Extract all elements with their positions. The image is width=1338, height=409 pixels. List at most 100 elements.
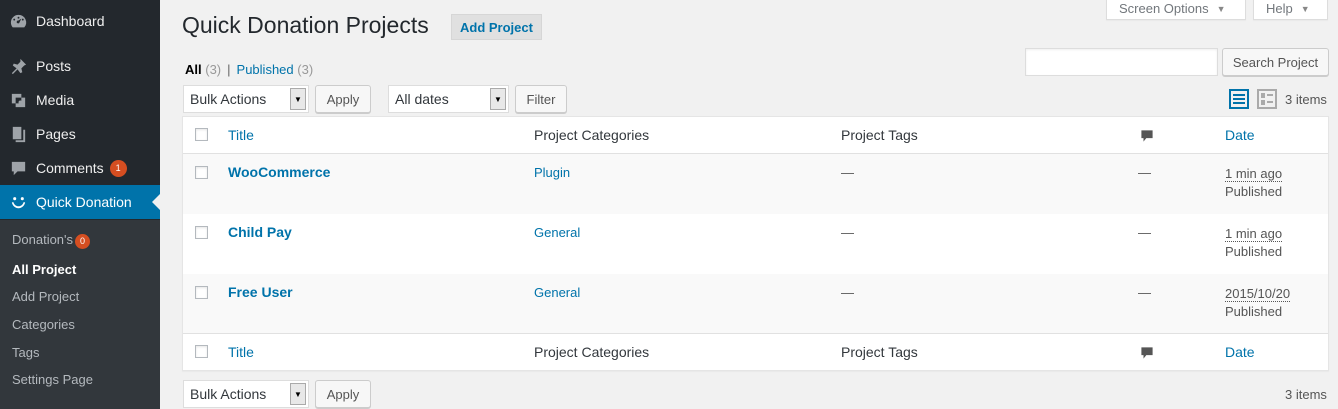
- project-category-link[interactable]: General: [534, 285, 580, 300]
- excerpt-view-icon[interactable]: [1257, 89, 1277, 109]
- select-all-checkbox-footer[interactable]: [195, 345, 208, 358]
- project-comments: —: [1138, 165, 1151, 180]
- add-project-button[interactable]: Add Project: [451, 14, 542, 40]
- caret-down-icon: ▼: [1216, 3, 1226, 14]
- bulk-actions-value: Bulk Actions: [190, 386, 267, 402]
- bulk-actions-select[interactable]: Bulk Actions ▼: [183, 85, 309, 113]
- items-count-top: 3 items: [1285, 92, 1327, 107]
- filter-published-label: Published: [236, 62, 294, 77]
- project-tags: —: [841, 225, 854, 240]
- column-date-header[interactable]: Date: [1225, 127, 1255, 143]
- filter-all-count: (3): [205, 62, 222, 77]
- screen-options-label: Screen Options: [1119, 1, 1209, 16]
- submenu-add-project[interactable]: Add Project: [12, 289, 79, 304]
- project-title-link[interactable]: Free User: [228, 284, 293, 300]
- column-title-header[interactable]: Title: [228, 127, 254, 143]
- filter-button[interactable]: Filter: [515, 85, 567, 113]
- date-value: 1 min ago: [1225, 166, 1283, 182]
- project-tags: —: [841, 285, 854, 300]
- filter-all-link[interactable]: All (3): [185, 62, 221, 77]
- smiley-icon: [0, 193, 36, 212]
- media-icon: [0, 91, 36, 110]
- screen-options-tab[interactable]: Screen Options ▼: [1106, 0, 1246, 20]
- column-tags-footer: Project Tags: [841, 344, 918, 360]
- comment-icon[interactable]: [1140, 346, 1154, 363]
- dropdown-arrow-icon: ▼: [290, 383, 306, 405]
- filter-published-link[interactable]: Published (3): [237, 62, 314, 77]
- projects-table: Title Project Categories Project Tags Da…: [182, 116, 1329, 371]
- comments-icon: [0, 159, 36, 178]
- donations-count-badge: 0: [75, 234, 91, 249]
- menu-item-quick-donation[interactable]: Quick Donation: [0, 185, 160, 219]
- column-title-footer[interactable]: Title: [228, 344, 254, 360]
- submenu-settings-page[interactable]: Settings Page: [12, 372, 93, 387]
- select-all-checkbox[interactable]: [195, 128, 208, 141]
- search-project-button[interactable]: Search Project: [1222, 48, 1329, 76]
- menu-item-comments[interactable]: Comments 1: [0, 151, 160, 185]
- column-categories-header: Project Categories: [534, 127, 650, 143]
- project-title-link[interactable]: Child Pay: [228, 224, 292, 240]
- column-date-footer[interactable]: Date: [1225, 344, 1255, 360]
- menu-label: Quick Donation: [36, 194, 132, 210]
- project-date: 1 min ago: [1225, 225, 1283, 242]
- project-status: Published: [1225, 184, 1283, 199]
- comments-count-badge: 1: [109, 159, 127, 177]
- project-status: Published: [1225, 244, 1283, 259]
- caret-down-icon: ▼: [1300, 3, 1310, 14]
- apply-button[interactable]: Apply: [315, 85, 371, 113]
- submenu-label: Donation's: [12, 232, 74, 247]
- project-title-link[interactable]: WooCommerce: [228, 164, 330, 180]
- dropdown-arrow-icon: ▼: [490, 88, 506, 110]
- menu-item-posts[interactable]: Posts: [0, 49, 160, 83]
- dates-value: All dates: [395, 91, 449, 107]
- table-footer-row: Title Project Categories Project Tags Da…: [183, 333, 1328, 371]
- dashboard-icon: [0, 12, 36, 31]
- menu-label: Posts: [36, 58, 72, 74]
- bulk-actions-value: Bulk Actions: [190, 91, 267, 107]
- table-row: WooCommerce Plugin — — 1 min ago Publish…: [183, 154, 1328, 214]
- dates-select[interactable]: All dates ▼: [388, 85, 509, 113]
- project-category-link[interactable]: General: [534, 225, 580, 240]
- items-count-bottom: 3 items: [1285, 387, 1327, 402]
- table-row: Child Pay General — — 1 min ago Publishe…: [183, 214, 1328, 274]
- search-input[interactable]: [1025, 48, 1218, 76]
- filter-separator: |: [227, 62, 231, 77]
- filter-published-count: (3): [297, 62, 314, 77]
- dropdown-arrow-icon: ▼: [290, 88, 306, 110]
- menu-item-dashboard[interactable]: Dashboard: [0, 4, 160, 38]
- row-checkbox[interactable]: [195, 226, 208, 239]
- project-category-link[interactable]: Plugin: [534, 165, 570, 180]
- project-comments: —: [1138, 225, 1151, 240]
- row-checkbox[interactable]: [195, 166, 208, 179]
- project-status: Published: [1225, 304, 1283, 319]
- row-checkbox[interactable]: [195, 286, 208, 299]
- quick-donation-submenu: Donation's 0 All Project Add Project Cate…: [0, 220, 160, 409]
- menu-item-pages[interactable]: Pages: [0, 117, 160, 151]
- submenu-donations[interactable]: Donation's 0: [12, 232, 91, 249]
- apply-button-bottom[interactable]: Apply: [315, 380, 371, 408]
- pushpin-icon: [0, 57, 36, 76]
- column-categories-footer: Project Categories: [534, 344, 650, 360]
- help-tab[interactable]: Help ▼: [1253, 0, 1328, 20]
- submenu-all-project[interactable]: All Project: [12, 262, 76, 277]
- date-value: 1 min ago: [1225, 226, 1283, 242]
- admin-sidebar: Dashboard Posts Media Pages Comments 1 Q…: [0, 0, 160, 409]
- menu-item-media[interactable]: Media: [0, 83, 160, 117]
- date-value: 2015/10/20: [1225, 286, 1291, 302]
- menu-label: Media: [36, 92, 75, 108]
- project-date: 2015/10/20: [1225, 285, 1291, 302]
- page-title: Quick Donation Projects: [182, 12, 429, 38]
- pages-icon: [0, 125, 36, 144]
- submenu-categories[interactable]: Categories: [12, 317, 75, 332]
- project-comments: —: [1138, 285, 1151, 300]
- column-tags-header: Project Tags: [841, 127, 918, 143]
- list-view-icon[interactable]: [1229, 89, 1249, 109]
- project-tags: —: [841, 165, 854, 180]
- filter-all-label: All: [185, 62, 202, 77]
- bulk-actions-select-bottom[interactable]: Bulk Actions ▼: [183, 380, 309, 408]
- comment-icon[interactable]: [1140, 129, 1154, 146]
- help-label: Help: [1266, 1, 1293, 16]
- status-filter-links: All (3) | Published (3): [185, 62, 313, 77]
- submenu-tags[interactable]: Tags: [12, 345, 39, 360]
- menu-label: Comments: [36, 160, 104, 176]
